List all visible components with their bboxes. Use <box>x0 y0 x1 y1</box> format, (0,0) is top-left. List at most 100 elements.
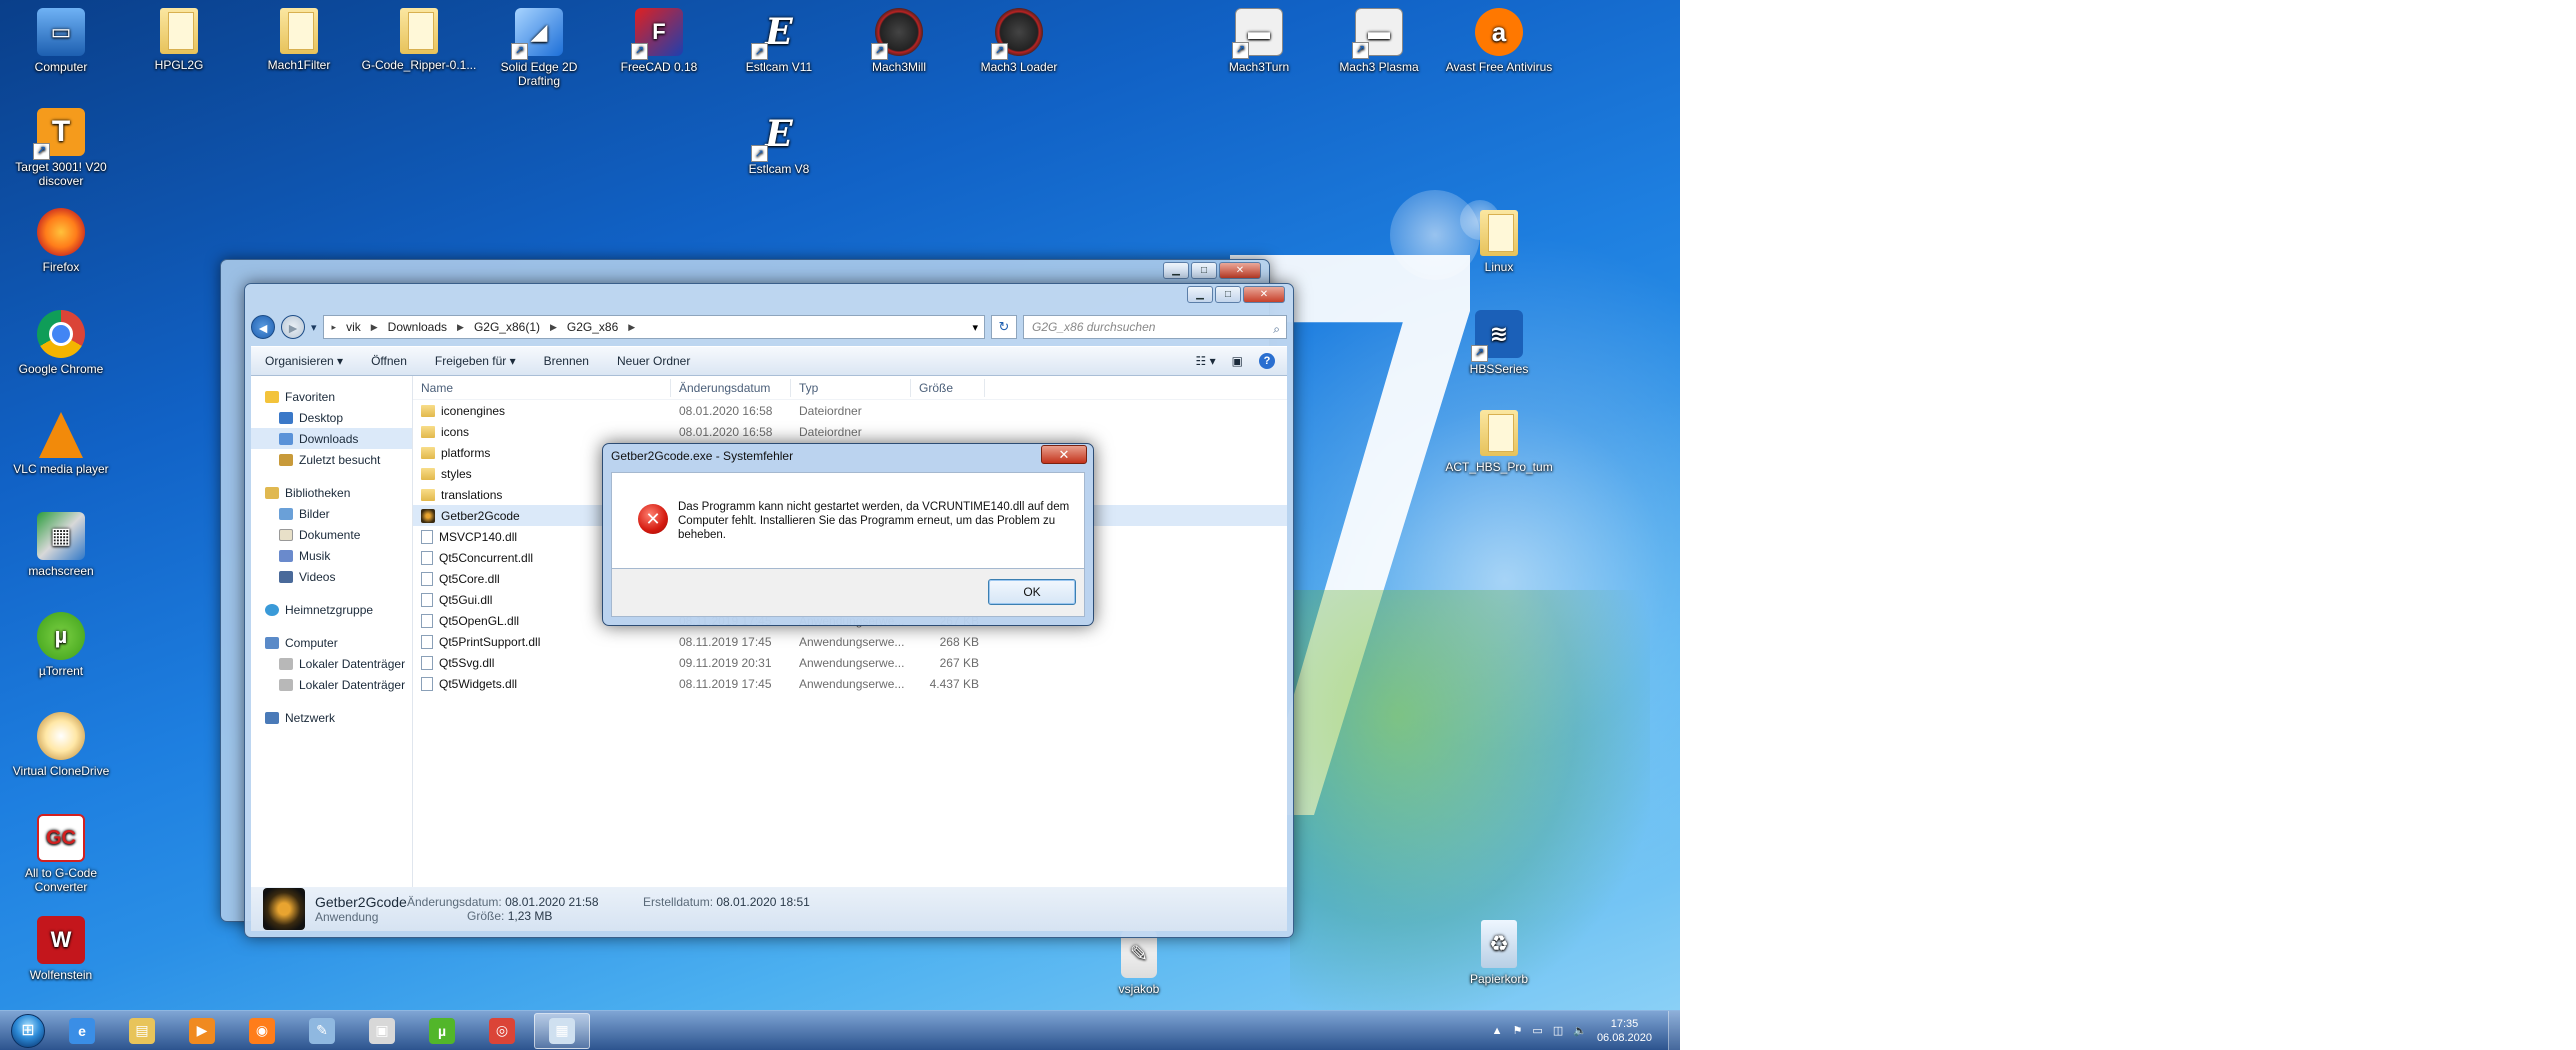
desktop-icon-vsjakob[interactable]: ✎ vsjakob <box>1080 930 1198 996</box>
taskbar-app-button[interactable]: ▣ <box>354 1013 410 1049</box>
desktop-icon-avast[interactable]: a Avast Free Antivirus <box>1440 8 1558 74</box>
taskbar-app-button[interactable]: ▦ <box>534 1012 590 1049</box>
column-size[interactable]: Größe <box>911 378 985 397</box>
history-dropdown-icon[interactable]: ▾ <box>311 321 317 334</box>
chevron-right-icon[interactable]: ▶ <box>550 322 557 333</box>
nav-documents[interactable]: Dokumente <box>251 524 412 545</box>
maximize-button[interactable]: □ <box>1215 286 1241 303</box>
desktop-icon-mach3-loader[interactable]: Mach3 Loader <box>960 8 1078 74</box>
refresh-button[interactable]: ↻ <box>991 315 1017 339</box>
column-date[interactable]: Änderungsdatum <box>671 378 791 397</box>
chevron-right-icon[interactable]: ▶ <box>371 322 378 333</box>
help-icon[interactable]: ? <box>1259 353 1275 369</box>
file-row[interactable]: icons 08.01.2020 16:58 Dateiordner <box>413 421 1287 442</box>
address-dropdown-icon[interactable]: ▾ <box>972 321 984 334</box>
desktop-icon-vlc[interactable]: VLC media player <box>2 412 120 476</box>
tray-flag-icon[interactable]: ⚑ <box>1513 1024 1523 1037</box>
nav-music[interactable]: Musik <box>251 545 412 566</box>
taskbar-app-button[interactable]: µ <box>414 1013 470 1049</box>
taskbar-app-button[interactable]: ✎ <box>294 1013 350 1049</box>
taskbar-app-button[interactable]: ◎ <box>474 1013 530 1049</box>
desktop-icon-computer[interactable]: ▭ Computer <box>2 8 120 74</box>
desktop-icon-mach1filter[interactable]: Mach1Filter <box>240 8 358 72</box>
show-desktop-button[interactable] <box>1668 1010 1680 1050</box>
nav-network[interactable]: Netzwerk <box>251 707 412 728</box>
taskbar-app-button[interactable]: e <box>54 1013 110 1049</box>
breadcrumb-downloads[interactable]: Downloads <box>388 320 447 334</box>
file-row[interactable]: iconengines 08.01.2020 16:58 Dateiordner <box>413 400 1287 421</box>
minimize-button[interactable]: ▁ <box>1163 262 1189 279</box>
nav-computer[interactable]: Computer <box>251 632 412 653</box>
desktop-icon-mach3turn[interactable]: ▬ Mach3Turn <box>1200 8 1318 74</box>
nav-desktop[interactable]: Desktop <box>251 407 412 428</box>
desktop-icon-wolfenstein[interactable]: W Wolfenstein <box>2 916 120 982</box>
back-button[interactable]: ◄ <box>251 315 275 339</box>
address-bar[interactable]: ▸ vik ▶ Downloads ▶ G2G_x86(1) ▶ G2G_x86… <box>322 315 985 339</box>
desktop-icon-recycle-bin[interactable]: ♻ Papierkorb <box>1440 920 1558 986</box>
desktop-icon-estlcam-v11[interactable]: E Estlcam V11 <box>720 8 838 74</box>
taskbar-app-button[interactable]: ▤ <box>114 1013 170 1049</box>
forward-button[interactable]: ► <box>281 315 305 339</box>
desktop-icon-hbsseries[interactable]: ≋ HBSSeries <box>1440 310 1558 376</box>
error-dialog[interactable]: Getber2Gcode.exe - Systemfehler ✕ ✕ Das … <box>602 443 1094 626</box>
start-button[interactable]: ⊞ <box>6 1011 50 1050</box>
nav-local-disk-c[interactable]: Lokaler Datenträger <box>251 653 412 674</box>
nav-local-disk-d[interactable]: Lokaler Datenträger <box>251 674 412 695</box>
tray-volume-icon[interactable]: 🔈 <box>1573 1024 1587 1037</box>
chevron-right-icon[interactable]: ▶ <box>457 322 464 333</box>
desktop-icon-clonedrive[interactable]: Virtual CloneDrive <box>2 712 120 778</box>
file-row[interactable]: Qt5PrintSupport.dll 08.11.2019 17:45 Anwen… <box>413 631 1287 652</box>
desktop-icon-solid-edge[interactable]: ◢ Solid Edge 2D Drafting <box>480 8 598 88</box>
organize-button[interactable]: Organisieren ▾ <box>265 354 343 368</box>
nav-favorites[interactable]: Favoriten <box>251 386 412 407</box>
desktop-icon-freecad[interactable]: F FreeCAD 0.18 <box>600 8 718 74</box>
nav-recent[interactable]: Zuletzt besucht <box>251 449 412 470</box>
show-hidden-icons-button[interactable]: ▲ <box>1492 1025 1503 1037</box>
desktop-icon-utorrent[interactable]: µ µTorrent <box>2 612 120 678</box>
desktop-icon-gcode-converter[interactable]: GC All to G-Code Converter <box>2 814 120 894</box>
nav-libraries[interactable]: Bibliotheken <box>251 482 412 503</box>
column-name[interactable]: Name <box>413 378 671 397</box>
nav-homegroup[interactable]: Heimnetzgruppe <box>251 599 412 620</box>
desktop-icon-linux[interactable]: Linux <box>1440 210 1558 274</box>
desktop-icon-gcode-ripper[interactable]: G-Code_Ripper-0.1... <box>360 8 478 72</box>
search-input[interactable]: G2G_x86 durchsuchen ⌕ <box>1023 315 1287 339</box>
search-icon[interactable]: ⌕ <box>1273 318 1280 340</box>
desktop-icon-mach3-plasma[interactable]: ▬ Mach3 Plasma <box>1320 8 1438 74</box>
chevron-right-icon[interactable]: ▶ <box>628 322 635 333</box>
desktop-icon-estlcam-v8[interactable]: E Estlcam V8 <box>720 110 838 176</box>
taskbar-app-button[interactable]: ▶ <box>174 1013 230 1049</box>
nav-pictures[interactable]: Bilder <box>251 503 412 524</box>
file-row[interactable]: Qt5Svg.dll 09.11.2019 20:31 Anwendungserwe… <box>413 652 1287 673</box>
column-type[interactable]: Typ <box>791 378 911 397</box>
breadcrumb-g2g-x86-1[interactable]: G2G_x86(1) <box>474 320 540 334</box>
nav-downloads[interactable]: Downloads <box>251 428 412 449</box>
share-button[interactable]: Freigeben für ▾ <box>435 354 516 368</box>
minimize-button[interactable]: ▁ <box>1187 286 1213 303</box>
file-row[interactable]: Qt5Widgets.dll 08.11.2019 17:45 Anwendungs… <box>413 673 1287 694</box>
desktop-icon-chrome[interactable]: Google Chrome <box>2 310 120 376</box>
taskbar-app-button[interactable]: ◉ <box>234 1013 290 1049</box>
tray-network-icon[interactable]: ◫ <box>1553 1024 1563 1037</box>
nav-videos[interactable]: Videos <box>251 566 412 587</box>
ok-button[interactable]: OK <box>988 579 1076 605</box>
desktop-icon-target[interactable]: T Target 3001! V20 discover <box>2 108 120 188</box>
preview-pane-button[interactable]: ▣ <box>1232 354 1243 368</box>
close-button[interactable]: ✕ <box>1219 262 1261 279</box>
maximize-button[interactable]: □ <box>1191 262 1217 279</box>
dialog-close-button[interactable]: ✕ <box>1041 445 1087 464</box>
views-button[interactable]: ☷ ▾ <box>1196 354 1216 368</box>
breadcrumb-g2g-x86[interactable]: G2G_x86 <box>567 320 618 334</box>
burn-button[interactable]: Brennen <box>544 354 589 368</box>
desktop-icon-act-hbs[interactable]: ACT_HBS_Pro_tum <box>1440 410 1558 474</box>
desktop-icon-mach3mill[interactable]: Mach3Mill <box>840 8 958 74</box>
close-button[interactable]: ✕ <box>1243 286 1285 303</box>
desktop-icon-firefox[interactable]: Firefox <box>2 208 120 274</box>
open-button[interactable]: Öffnen <box>371 354 407 368</box>
desktop-icon-machscreen[interactable]: ▦ machscreen <box>2 512 120 578</box>
breadcrumb-vik[interactable]: vik <box>346 320 361 334</box>
tray-display-icon[interactable]: ▭ <box>1532 1024 1542 1037</box>
desktop-icon-hpgl2g[interactable]: HPGL2G <box>120 8 238 72</box>
new-folder-button[interactable]: Neuer Ordner <box>617 354 690 368</box>
clock[interactable]: 17:35 06.08.2020 <box>1597 1017 1658 1045</box>
